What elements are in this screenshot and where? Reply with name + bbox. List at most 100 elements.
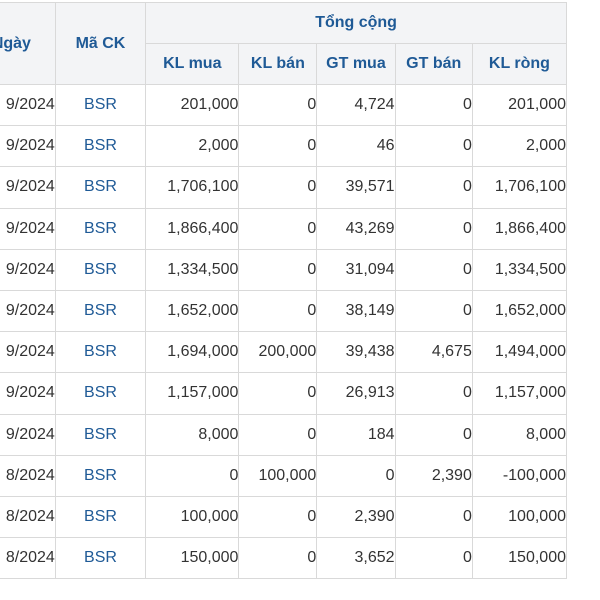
buy-volume-cell: 1,694,000 [145,331,240,374]
date-cell: 8/2024 [0,454,56,497]
sell-volume-cell: 200,000 [238,331,318,374]
net-volume-cell: 100,000 [471,495,568,539]
sell-value-cell: 0 [394,495,473,539]
date-cell: 9/2024 [0,83,56,127]
sell-volume-cell: 0 [238,248,318,291]
net-volume-cell: 1,157,000 [471,372,568,415]
header-total-group: Tổng cộng [145,2,567,44]
sell-volume-cell: 0 [238,207,318,250]
sell-volume-cell: 100,000 [238,454,318,497]
header-buy-volume: KL mua [145,43,240,85]
stock-code-link[interactable]: BSR [54,83,147,127]
buy-value-cell: 3,652 [316,537,396,580]
sell-value-cell: 0 [394,125,473,168]
table-row: 9/2024 BSR 1,652,000 0 38,149 0 1,652,000 [0,289,568,333]
date-cell: 9/2024 [0,372,56,415]
stock-code-link[interactable]: BSR [54,372,147,415]
buy-value-cell: 26,913 [316,372,396,415]
date-cell: 9/2024 [0,125,56,168]
net-volume-cell: 1,652,000 [471,289,568,333]
buy-value-cell: 4,724 [316,83,396,127]
table-row: 9/2024 BSR 2,000 0 46 0 2,000 [0,125,568,168]
stock-code-link[interactable]: BSR [54,289,147,333]
date-cell: 9/2024 [0,248,56,291]
buy-value-cell: 0 [316,454,396,497]
net-volume-cell: -100,000 [471,454,568,497]
net-volume-cell: 201,000 [471,83,568,127]
buy-value-cell: 43,269 [316,207,396,250]
header-sell-value: GT bán [394,43,473,85]
date-cell: 9/2024 [0,289,56,333]
sell-value-cell: 0 [394,248,473,291]
header-net-volume: KL ròng [471,43,568,85]
sell-volume-cell: 0 [238,125,318,168]
sell-value-cell: 0 [394,166,473,209]
stock-code-link[interactable]: BSR [54,537,147,580]
stock-code-link[interactable]: BSR [54,454,147,497]
net-volume-cell: 1,494,000 [471,331,568,374]
buy-volume-cell: 2,000 [145,125,240,168]
net-volume-cell: 150,000 [471,537,568,580]
buy-volume-cell: 1,706,100 [145,166,240,209]
buy-volume-cell: 1,334,500 [145,248,240,291]
header-buy-value: GT mua [316,43,396,85]
header-code: Mã CK [54,2,147,85]
table-header: Ngày Mã CK Tổng cộng KL mua KL bán GT mu… [0,2,568,85]
trading-table-viewport: Ngày Mã CK Tổng cộng KL mua KL bán GT mu… [0,0,600,600]
date-cell: 8/2024 [0,537,56,580]
sell-volume-cell: 0 [238,289,318,333]
table-row: 8/2024 BSR 0 100,000 0 2,390 -100,000 [0,454,568,497]
buy-value-cell: 46 [316,125,396,168]
table-row: 9/2024 BSR 1,157,000 0 26,913 0 1,157,000 [0,372,568,415]
net-volume-cell: 8,000 [471,413,568,456]
date-cell: 8/2024 [0,495,56,539]
sell-volume-cell: 0 [238,166,318,209]
buy-volume-cell: 100,000 [145,495,240,539]
table-row: 9/2024 BSR 8,000 0 184 0 8,000 [0,413,568,456]
stock-code-link[interactable]: BSR [54,248,147,291]
stock-code-link[interactable]: BSR [54,495,147,539]
table-row: 9/2024 BSR 1,866,400 0 43,269 0 1,866,400 [0,207,568,250]
stock-code-link[interactable]: BSR [54,125,147,168]
sell-value-cell: 0 [394,413,473,456]
sell-value-cell: 4,675 [394,331,473,374]
buy-volume-cell: 201,000 [145,83,240,127]
sell-value-cell: 0 [394,83,473,127]
sell-value-cell: 0 [394,289,473,333]
stock-code-link[interactable]: BSR [54,331,147,374]
net-volume-cell: 1,334,500 [471,248,568,291]
date-cell: 9/2024 [0,413,56,456]
date-cell: 9/2024 [0,207,56,250]
sell-value-cell: 2,390 [394,454,473,497]
sell-value-cell: 0 [394,372,473,415]
net-volume-cell: 1,866,400 [471,207,568,250]
sell-volume-cell: 0 [238,83,318,127]
table-row: 9/2024 BSR 201,000 0 4,724 0 201,000 [0,83,568,127]
sell-volume-cell: 0 [238,372,318,415]
buy-value-cell: 39,438 [316,331,396,374]
trading-table: Ngày Mã CK Tổng cộng KL mua KL bán GT mu… [0,2,568,580]
table-row: 9/2024 BSR 1,706,100 0 39,571 0 1,706,100 [0,166,568,209]
date-cell: 9/2024 [0,166,56,209]
table-row: 8/2024 BSR 150,000 0 3,652 0 150,000 [0,537,568,580]
buy-value-cell: 184 [316,413,396,456]
stock-code-link[interactable]: BSR [54,413,147,456]
buy-value-cell: 31,094 [316,248,396,291]
stock-code-link[interactable]: BSR [54,166,147,209]
buy-volume-cell: 150,000 [145,537,240,580]
table-row: 9/2024 BSR 1,694,000 200,000 39,438 4,675 1,49… [0,331,568,374]
header-date: Ngày [0,2,56,85]
stock-code-link[interactable]: BSR [54,207,147,250]
buy-value-cell: 38,149 [316,289,396,333]
sell-value-cell: 0 [394,537,473,580]
sell-volume-cell: 0 [238,495,318,539]
sell-volume-cell: 0 [238,413,318,456]
buy-value-cell: 2,390 [316,495,396,539]
buy-volume-cell: 1,866,400 [145,207,240,250]
date-cell: 9/2024 [0,331,56,374]
header-sell-volume: KL bán [238,43,318,85]
buy-value-cell: 39,571 [316,166,396,209]
buy-volume-cell: 1,157,000 [145,372,240,415]
buy-volume-cell: 1,652,000 [145,289,240,333]
buy-volume-cell: 0 [145,454,240,497]
